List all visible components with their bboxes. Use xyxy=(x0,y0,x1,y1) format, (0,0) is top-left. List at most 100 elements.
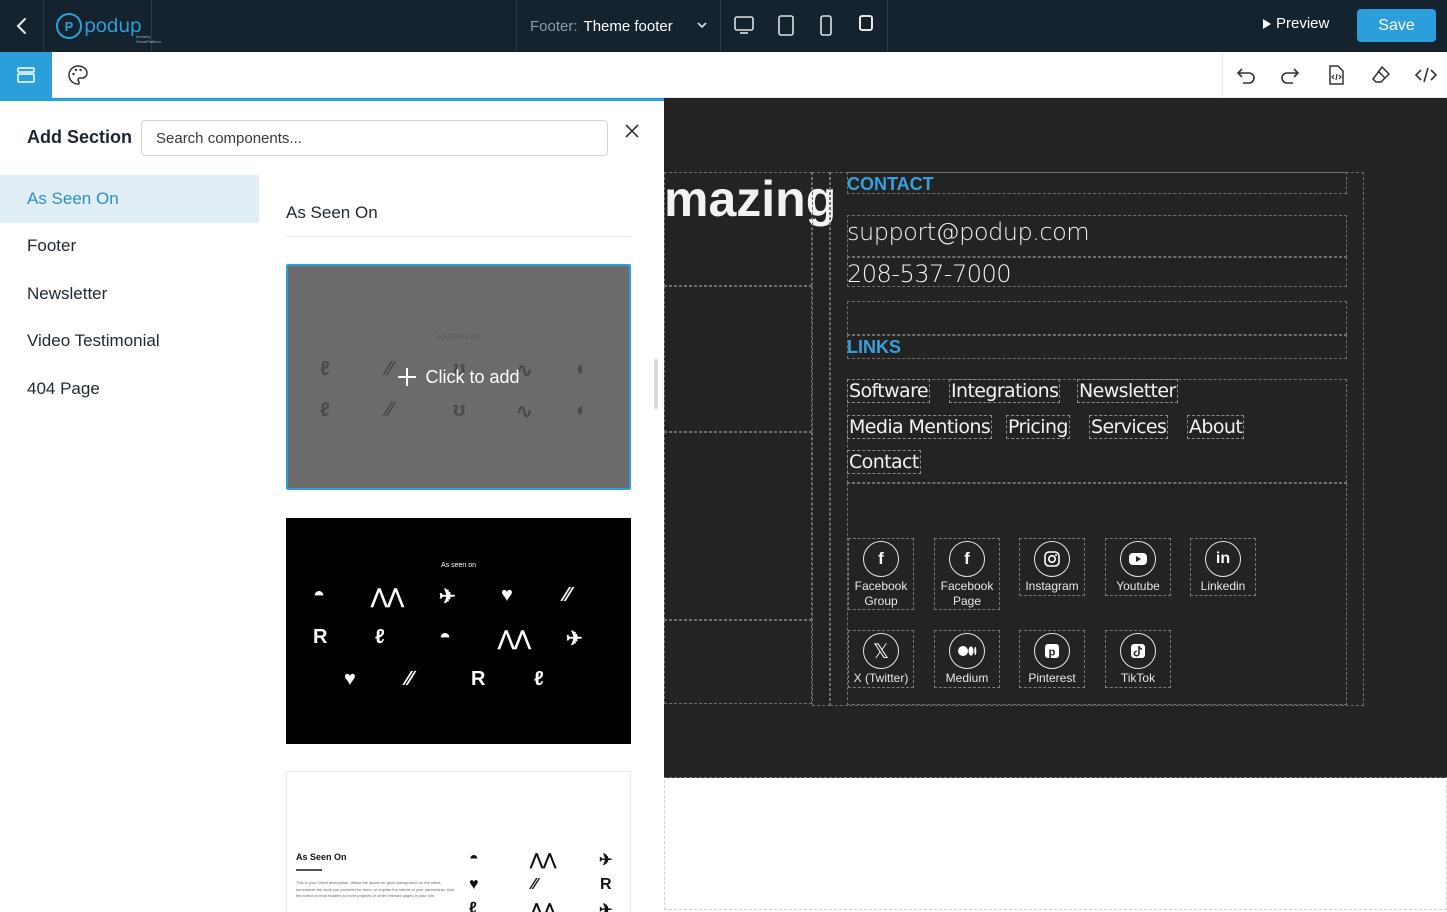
code-icon xyxy=(1414,67,1437,83)
footer-select-label: Footer: xyxy=(530,17,578,35)
footer-heading[interactable]: mazing xyxy=(664,170,836,228)
r-logo-icon: R xyxy=(471,668,486,690)
links-heading-box[interactable] xyxy=(847,335,1347,359)
category-video-testimonial[interactable]: Video Testimonial xyxy=(0,318,259,366)
category-newsletter[interactable]: Newsletter xyxy=(0,270,259,318)
layers-icon xyxy=(17,67,35,83)
social-facebook-page[interactable]: f Facebook Page xyxy=(934,538,1000,610)
pinterest-icon: p xyxy=(1034,633,1070,669)
contact-email[interactable]: support@podup.com xyxy=(847,218,1090,246)
social-label: Instagram xyxy=(1025,579,1079,593)
svg-text:p: p xyxy=(1049,647,1056,659)
play-icon xyxy=(1263,18,1271,29)
left-block-3[interactable] xyxy=(664,432,812,620)
social-label: Linkedin xyxy=(1200,579,1246,593)
logo-subtext: formerly ShowPlatform xyxy=(136,34,161,44)
back-button[interactable] xyxy=(0,0,44,52)
click-to-add-overlay[interactable]: Click to add xyxy=(288,266,629,488)
bird-logo-icon: ✈ xyxy=(566,628,583,650)
links-heading[interactable]: LINKS xyxy=(847,337,901,358)
chevron-left-icon xyxy=(16,18,26,34)
footer-link-integrations[interactable]: Integrations xyxy=(949,379,1061,403)
template-card-2[interactable]: As seen on ◓ ⋀⋀ ✈ ♥ ⁄⁄ R ℓ ◓ ⋀⋀ ✈ ♥ ⁄⁄ R… xyxy=(286,518,631,744)
tablet-landscape-icon[interactable] xyxy=(776,14,796,38)
footer-section[interactable]: mazing CONTACT support@podup.com 208-537… xyxy=(664,98,1447,778)
redo-button[interactable] xyxy=(1267,52,1312,98)
heart-logo-icon: ♥ xyxy=(344,668,356,690)
social-pinterest[interactable]: p Pinterest xyxy=(1019,630,1085,688)
toolbar-actions xyxy=(1222,52,1447,98)
tiktok-icon xyxy=(1120,633,1156,669)
theme-styles-button[interactable] xyxy=(52,52,104,98)
template-card-3[interactable]: As Seen On This is your Client descripti… xyxy=(286,771,631,912)
left-block-4[interactable] xyxy=(664,620,812,704)
category-404-page[interactable]: 404 Page xyxy=(0,365,259,413)
template-card-1[interactable]: AS SEEN ON ℓ ⁄⁄ ʊ ∿ ◐ ℓ ⁄⁄ ʊ ∿ ◐ Click t… xyxy=(286,264,631,490)
social-medium[interactable]: Medium xyxy=(934,630,1000,688)
social-facebook-group[interactable]: f Facebook Group xyxy=(848,538,914,610)
mountain-logo-icon: ⋀⋀ xyxy=(530,902,557,912)
mobile-icon[interactable] xyxy=(857,14,875,34)
chevron-down-icon xyxy=(697,22,707,29)
desktop-icon[interactable] xyxy=(733,14,755,36)
footer-link-newsletter[interactable]: Newsletter xyxy=(1077,379,1178,403)
column-gap[interactable] xyxy=(812,172,830,706)
section-divider xyxy=(286,236,631,237)
medium-icon xyxy=(949,633,985,669)
undo-button[interactable] xyxy=(1223,52,1268,98)
click-to-add-label: Click to add xyxy=(425,366,520,387)
contact-phone[interactable]: 208-537-7000 xyxy=(847,260,1012,288)
footer-link-pricing[interactable]: Pricing xyxy=(1006,415,1070,439)
eraser-icon xyxy=(1371,65,1390,83)
section-title: As Seen On xyxy=(286,203,378,222)
leaf-logo-icon: ℓ xyxy=(534,668,544,690)
social-instagram[interactable]: Instagram xyxy=(1019,538,1085,596)
layers-button[interactable] xyxy=(0,52,52,98)
slash-logo-icon: ⁄⁄ xyxy=(406,668,413,690)
mountain-logo-icon: ⋀⋀ xyxy=(498,628,531,650)
facebook-icon: f xyxy=(949,541,985,577)
social-label: Facebook Page xyxy=(940,579,994,608)
search-components-input[interactable] xyxy=(141,120,608,156)
footer-link-about[interactable]: About xyxy=(1187,415,1245,439)
podup-logo[interactable]: P podup formerly ShowPlatform xyxy=(44,0,161,52)
palette-icon xyxy=(68,65,88,85)
footer-template-select[interactable]: Footer: Theme footer xyxy=(516,0,721,52)
panel-title: Add Section xyxy=(27,127,133,147)
social-label: Youtube xyxy=(1116,579,1160,593)
category-footer[interactable]: Footer xyxy=(0,223,259,271)
preview-button[interactable]: Preview xyxy=(1262,15,1329,32)
social-tiktok[interactable]: TikTok xyxy=(1105,630,1171,688)
social-linkedin[interactable]: in Linkedin xyxy=(1190,538,1256,596)
save-button[interactable]: Save xyxy=(1357,9,1436,42)
code-file-button[interactable] xyxy=(1313,52,1358,98)
left-block-2[interactable] xyxy=(664,286,812,432)
x-icon: 𝕏 xyxy=(863,633,899,669)
card2-heading: As seen on xyxy=(440,562,477,569)
bird-logo-icon: ✈ xyxy=(599,902,613,912)
category-as-seen-on[interactable]: As Seen On xyxy=(0,175,259,223)
footer-link-software[interactable]: Software xyxy=(847,379,930,403)
youtube-icon xyxy=(1120,541,1156,577)
footer-link-contact[interactable]: Contact xyxy=(847,450,921,474)
social-youtube[interactable]: Youtube xyxy=(1105,538,1171,596)
undo-icon xyxy=(1236,68,1255,84)
code-view-button[interactable] xyxy=(1403,52,1447,98)
editor-canvas[interactable]: mazing CONTACT support@podup.com 208-537… xyxy=(664,98,1447,912)
footer-link-media-mentions[interactable]: Media Mentions xyxy=(847,415,993,439)
socials-box[interactable] xyxy=(847,483,1347,705)
footer-link-services[interactable]: Services xyxy=(1089,415,1169,439)
close-panel-button[interactable] xyxy=(620,119,644,143)
tablet-portrait-icon[interactable] xyxy=(817,14,835,38)
contact-heading[interactable]: CONTACT xyxy=(847,174,934,195)
r-logo-icon: R xyxy=(313,626,328,648)
facebook-icon: f xyxy=(863,541,899,577)
scrollbar-thumb[interactable] xyxy=(654,359,658,409)
below-footer-area xyxy=(664,780,1447,910)
linkedin-icon: in xyxy=(1205,541,1241,577)
half-circle-logo-icon: ◓ xyxy=(439,626,452,648)
social-x-twitter[interactable]: 𝕏 X (Twitter) xyxy=(848,630,914,688)
eraser-button[interactable] xyxy=(1358,52,1403,98)
spacer-box[interactable] xyxy=(847,301,1347,335)
add-section-panel: Add Section As Seen On Footer Newsletter… xyxy=(0,98,664,912)
